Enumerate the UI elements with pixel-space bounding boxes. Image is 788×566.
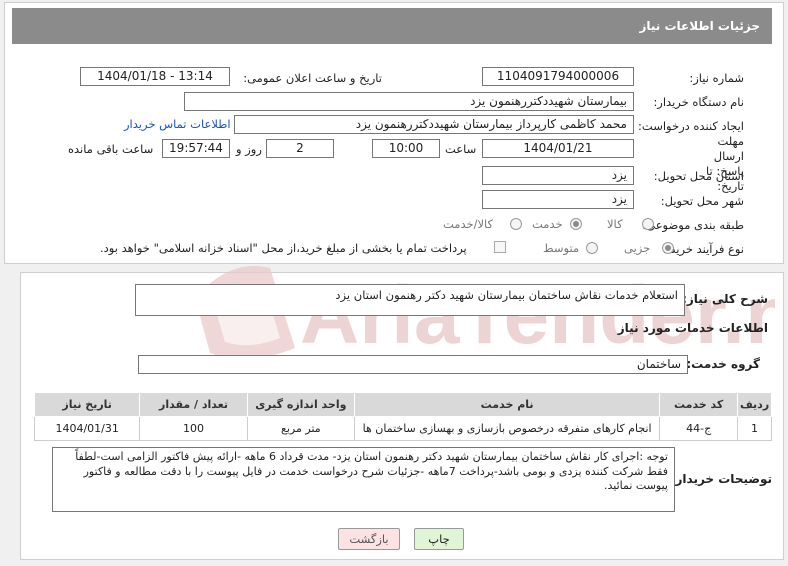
treasury-payment-note: پرداخت تمام یا بخشی از مبلغ خرید،از محل … bbox=[100, 241, 467, 255]
column-header-need-date: تاریخ نیاز bbox=[33, 392, 141, 417]
cell-quantity: 100 bbox=[139, 416, 248, 441]
category-label: طبقه بندی موضوعی: bbox=[642, 218, 744, 232]
service-group-label: گروه خدمت: bbox=[686, 357, 760, 371]
category-radio-service[interactable] bbox=[570, 218, 582, 230]
services-section-title: اطلاعات خدمات مورد نیاز bbox=[617, 321, 768, 335]
print-button[interactable]: چاپ bbox=[414, 528, 464, 550]
buyer-notes-label: توضیحات خریدار: bbox=[670, 472, 772, 486]
requester-field: محمد کاظمی کارپرداز بیمارستان شهیددکترره… bbox=[234, 115, 634, 134]
column-header-quantity: تعداد / مقدار bbox=[139, 392, 248, 417]
announce-date-field: 1404/01/18 - 13:14 bbox=[80, 67, 230, 86]
buyer-notes-field: توجه :اجرای کار نقاش ساختمان بیمارستان ش… bbox=[52, 447, 675, 512]
announce-date-label: تاریخ و ساعت اعلان عمومی: bbox=[243, 71, 382, 85]
category-radio-goods[interactable] bbox=[642, 218, 654, 230]
back-button[interactable]: بازگشت bbox=[338, 528, 400, 550]
city-label: شهر محل تحویل: bbox=[660, 194, 744, 208]
page-title: جزئیات اطلاعات نیاز bbox=[639, 19, 760, 33]
services-table: ردیف کد خدمت نام خدمت واحد اندازه گیری ت… bbox=[33, 392, 772, 441]
province-field: یزد bbox=[482, 166, 634, 185]
deadline-time-label: ساعت bbox=[445, 142, 477, 156]
city-field: یزد bbox=[482, 190, 634, 209]
category-radio-goods-service[interactable] bbox=[510, 218, 522, 230]
process-option-minor: جزیی bbox=[624, 241, 651, 255]
deadline-date-field: 1404/01/21 bbox=[482, 139, 634, 158]
deadline-label: مهلت ارسال پاسخ: تا تاریخ: bbox=[706, 134, 744, 193]
cell-unit: متر مربع bbox=[246, 416, 356, 441]
contact-info-link[interactable]: اطلاعات تماس خریدار bbox=[124, 117, 231, 131]
table-row: 1 ج-44 انجام کارهای متفرقه درخصوص بازساز… bbox=[33, 416, 772, 441]
process-option-medium: متوسط bbox=[543, 241, 580, 255]
deadline-time-field: 10:00 bbox=[372, 139, 440, 158]
province-label: استان محل تحویل: bbox=[653, 169, 744, 183]
remaining-time-label: ساعت باقی مانده bbox=[68, 142, 154, 156]
column-header-service-code: کد خدمت bbox=[659, 392, 739, 417]
column-header-row-number: ردیف bbox=[737, 392, 772, 417]
need-number-field: 1104091794000006 bbox=[482, 67, 634, 86]
buyer-org-field: بیمارستان شهیددکتررهنمون یزد bbox=[184, 92, 634, 111]
column-header-service-name: نام خدمت bbox=[353, 392, 661, 417]
need-number-label: شماره نیاز: bbox=[689, 71, 744, 85]
days-label: روز و bbox=[236, 142, 262, 156]
treasury-payment-checkbox[interactable] bbox=[494, 241, 506, 253]
category-option-goods: کالا bbox=[607, 217, 623, 231]
cell-need-date: 1404/01/31 bbox=[33, 416, 141, 441]
cell-service-code: ج-44 bbox=[659, 416, 739, 441]
remaining-time-field: 19:57:44 bbox=[162, 139, 230, 158]
need-summary-text: استعلام خدمات نقاش ساختمان بیمارستان شهی… bbox=[335, 288, 678, 302]
category-option-goods-service: کالا/خدمت bbox=[443, 217, 494, 231]
cell-row-number: 1 bbox=[737, 416, 772, 441]
buyer-org-label: نام دستگاه خریدار: bbox=[653, 95, 744, 109]
process-radio-medium[interactable] bbox=[586, 242, 598, 254]
cell-service-name: انجام کارهای متفرقه درخصوص بازسازی و بهس… bbox=[353, 416, 661, 441]
buyer-notes-text: توجه :اجرای کار نقاش ساختمان بیمارستان ش… bbox=[75, 450, 668, 492]
process-radio-minor[interactable] bbox=[662, 242, 674, 254]
days-remaining-field: 2 bbox=[266, 139, 334, 158]
column-header-unit: واحد اندازه گیری bbox=[246, 392, 356, 417]
service-group-field: ساختمان bbox=[138, 355, 688, 374]
need-summary-label: شرح کلی نیاز: bbox=[682, 292, 768, 306]
page-header: جزئیات اطلاعات نیاز bbox=[12, 8, 772, 44]
process-type-label: نوع فرآیند خرید : bbox=[662, 242, 744, 256]
table-header-row: ردیف کد خدمت نام خدمت واحد اندازه گیری ت… bbox=[33, 392, 772, 417]
category-option-service: خدمت bbox=[532, 217, 563, 231]
requester-label: ایجاد کننده درخواست: bbox=[638, 119, 744, 133]
need-summary-field: استعلام خدمات نقاش ساختمان بیمارستان شهی… bbox=[135, 284, 685, 316]
